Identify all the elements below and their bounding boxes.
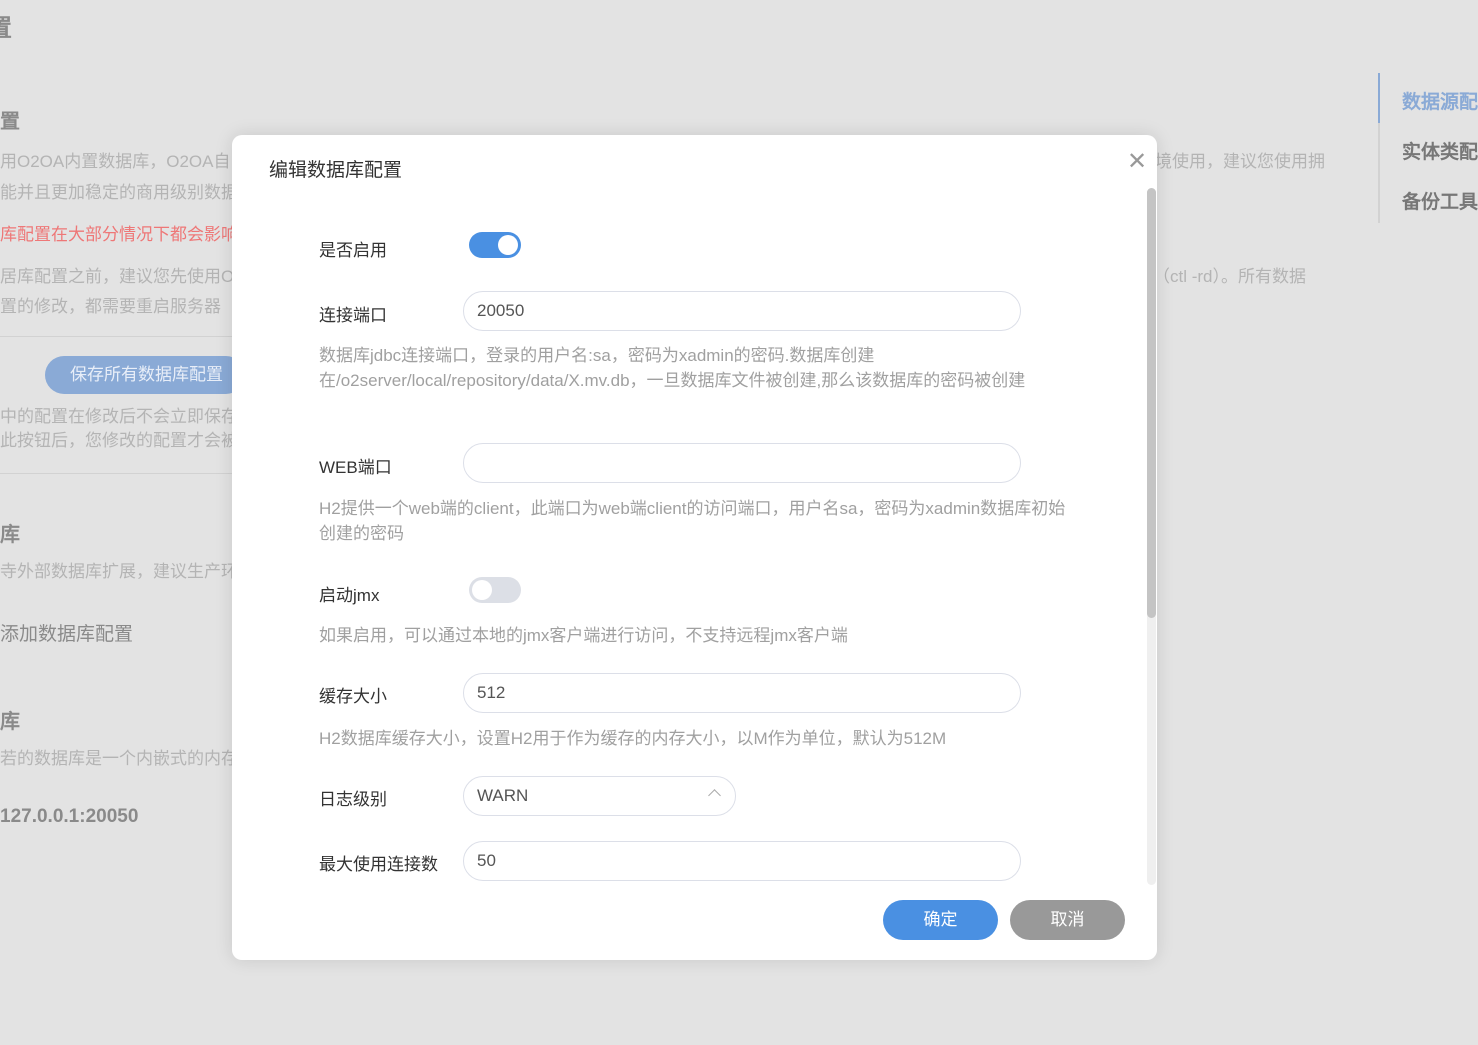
desc-text: 置的修改，都需要重启服务器	[0, 297, 221, 316]
section-title: 置	[0, 111, 20, 133]
close-icon[interactable]: ✕	[1127, 147, 1147, 176]
scrollbar[interactable]	[1147, 188, 1156, 885]
log-level-select[interactable]: WARN	[463, 776, 736, 816]
log-level-label: 日志级别	[319, 790, 387, 809]
section-title: 库	[0, 524, 20, 546]
enabled-toggle[interactable]	[469, 232, 521, 258]
desc-text: 境使用，建议您使用拥	[1155, 152, 1325, 171]
confirm-button[interactable]: 确定	[883, 900, 998, 940]
jmx-desc: 如果启用，可以通过本地的jmx客户端进行访问，不支持远程jmx客户端	[319, 626, 848, 645]
jmx-toggle[interactable]	[469, 577, 521, 603]
divider	[0, 473, 240, 474]
max-conn-label: 最大使用连接数	[319, 855, 438, 874]
save-all-button[interactable]: 保存所有数据库配置	[45, 356, 245, 394]
web-port-label: WEB端口	[319, 458, 392, 477]
tcp-port-desc: 数据库jdbc连接端口，登录的用户名:sa，密码为xadmin的密码.数据库创建…	[319, 346, 1026, 390]
cancel-button[interactable]: 取消	[1010, 900, 1125, 940]
desc-text: 若的数据库是一个内嵌式的内存	[0, 749, 238, 768]
desc-text: 能并且更加稳定的商用级别数据	[0, 183, 238, 202]
section-title: 库	[0, 711, 20, 733]
max-conn-input[interactable]	[463, 841, 1021, 881]
nav-item-datasource[interactable]: 数据源配置	[1402, 87, 1478, 114]
dialog-title: 编辑数据库配置	[269, 160, 403, 181]
enabled-label: 是否启用	[319, 241, 387, 260]
warning-text: 库配置在大部分情况下都会影响	[0, 225, 238, 244]
scrollbar-thumb[interactable]	[1147, 188, 1156, 618]
desc-text: （ctl -rd）。所有数据	[1153, 267, 1306, 286]
divider	[0, 336, 240, 337]
address-text: 127.0.0.1:20050	[0, 806, 139, 827]
nav-item-entity[interactable]: 实体类配置	[1402, 137, 1478, 164]
tcp-port-input[interactable]	[463, 291, 1021, 331]
log-level-value: WARN	[477, 786, 529, 805]
desc-text: 用O2OA内置数据库，O2OA自	[0, 152, 231, 171]
tcp-port-label: 连接端口	[319, 306, 387, 325]
chevron-up-icon	[708, 789, 721, 802]
add-db-link[interactable]: 添加数据库配置	[0, 619, 133, 646]
cache-size-input[interactable]	[463, 673, 1021, 713]
desc-text: 居库配置之前，建议您先使用O	[0, 267, 235, 286]
desc-text: 此按钮后，您修改的配置才会被	[0, 431, 238, 450]
desc-text: 中的配置在修改后不会立即保存	[0, 407, 238, 426]
nav-item-backup[interactable]: 备份工具	[1402, 187, 1478, 214]
right-nav-rail	[1378, 73, 1380, 223]
page-title: 置	[0, 8, 12, 43]
cache-size-desc: H2数据库缓存大小，设置H2用于作为缓存的内存大小，以M作为单位，默认为512M	[319, 729, 947, 748]
cache-size-label: 缓存大小	[319, 687, 387, 706]
jmx-label: 启动jmx	[319, 586, 380, 605]
web-port-input[interactable]	[463, 443, 1021, 483]
edit-db-dialog: 编辑数据库配置 ✕ 是否启用 连接端口 数据库jdbc连接端口，登录的用户名:s…	[232, 135, 1157, 960]
web-port-desc: H2提供一个web端的client，此端口为web端client的访问端口，用户…	[319, 499, 1066, 543]
desc-text: 寺外部数据库扩展，建议生产环	[0, 562, 238, 581]
